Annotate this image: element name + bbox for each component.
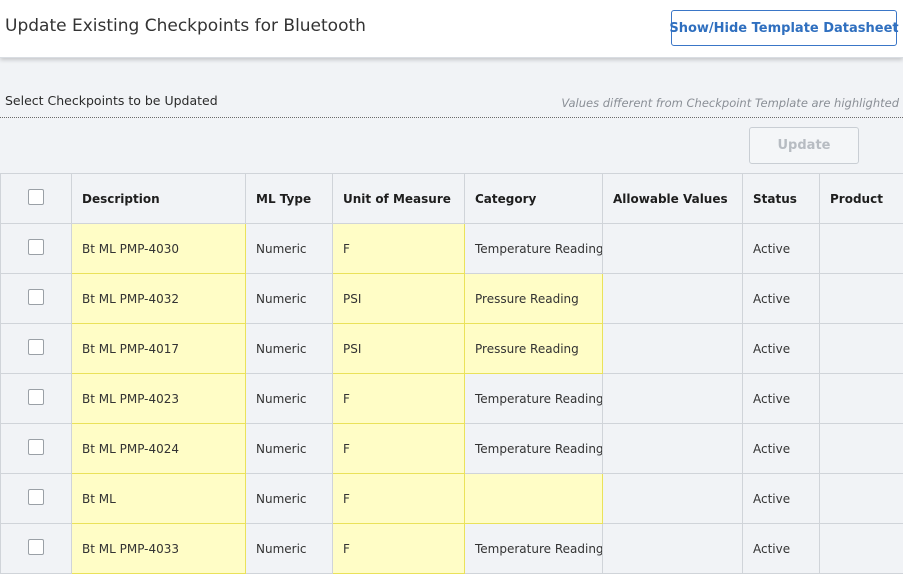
status-cell: Active xyxy=(743,374,820,424)
category-cell: Pressure Reading xyxy=(465,274,603,324)
allowable-values-cell xyxy=(603,274,743,324)
allowable-values-cell xyxy=(603,324,743,374)
ml-type-cell: Numeric xyxy=(246,374,333,424)
column-header-description[interactable]: Description xyxy=(72,174,246,224)
show-hide-template-datasheet-button[interactable]: Show/Hide Template Datasheet xyxy=(671,10,897,46)
column-header-product[interactable]: Product xyxy=(820,174,903,224)
allowable-values-cell xyxy=(603,224,743,274)
section-divider xyxy=(0,117,903,118)
row-select-cell xyxy=(1,224,72,274)
row-checkbox[interactable] xyxy=(28,489,44,505)
unit-of-measure-cell: F xyxy=(333,524,465,574)
ml-type-cell: Numeric xyxy=(246,474,333,524)
allowable-values-cell xyxy=(603,424,743,474)
table-row: Bt ML PMP-4024NumericFTemperature Readin… xyxy=(1,424,903,474)
table-row: Bt MLNumericF Active xyxy=(1,474,903,524)
select-all-cell xyxy=(1,174,72,224)
row-checkbox[interactable] xyxy=(28,389,44,405)
row-checkbox[interactable] xyxy=(28,439,44,455)
description-cell: Bt ML PMP-4024 xyxy=(72,424,246,474)
row-select-cell xyxy=(1,374,72,424)
checkpoints-table: Description ML Type Unit of Measure Cate… xyxy=(0,173,903,574)
product-cell xyxy=(820,274,903,324)
row-checkbox[interactable] xyxy=(28,539,44,555)
product-cell xyxy=(820,324,903,374)
product-cell xyxy=(820,524,903,574)
row-select-cell xyxy=(1,524,72,574)
table-row: Bt ML PMP-4017NumericPSIPressure Reading… xyxy=(1,324,903,374)
ml-type-cell: Numeric xyxy=(246,324,333,374)
unit-of-measure-cell: F xyxy=(333,374,465,424)
status-cell: Active xyxy=(743,324,820,374)
unit-of-measure-cell: F xyxy=(333,224,465,274)
category-cell: Temperature Reading xyxy=(465,224,603,274)
table-header-row: Description ML Type Unit of Measure Cate… xyxy=(1,174,903,224)
description-cell: Bt ML PMP-4023 xyxy=(72,374,246,424)
row-select-cell xyxy=(1,324,72,374)
status-cell: Active xyxy=(743,424,820,474)
ml-type-cell: Numeric xyxy=(246,224,333,274)
row-checkbox[interactable] xyxy=(28,289,44,305)
row-checkbox[interactable] xyxy=(28,239,44,255)
column-header-ml-type[interactable]: ML Type xyxy=(246,174,333,224)
page-header: Update Existing Checkpoints for Bluetoot… xyxy=(0,0,903,58)
category-cell xyxy=(465,474,603,524)
description-cell: Bt ML PMP-4033 xyxy=(72,524,246,574)
row-checkbox[interactable] xyxy=(28,339,44,355)
product-cell xyxy=(820,474,903,524)
table-row: Bt ML PMP-4032NumericPSIPressure Reading… xyxy=(1,274,903,324)
unit-of-measure-cell: F xyxy=(333,474,465,524)
status-cell: Active xyxy=(743,274,820,324)
page-title: Update Existing Checkpoints for Bluetoot… xyxy=(5,16,366,36)
unit-of-measure-cell: PSI xyxy=(333,274,465,324)
description-cell: Bt ML xyxy=(72,474,246,524)
ml-type-cell: Numeric xyxy=(246,524,333,574)
category-cell: Pressure Reading xyxy=(465,324,603,374)
column-header-status[interactable]: Status xyxy=(743,174,820,224)
select-all-checkbox[interactable] xyxy=(28,189,44,205)
column-header-category[interactable]: Category xyxy=(465,174,603,224)
column-header-allowable-values[interactable]: Allowable Values xyxy=(603,174,743,224)
description-cell: Bt ML PMP-4030 xyxy=(72,224,246,274)
unit-of-measure-cell: PSI xyxy=(333,324,465,374)
category-cell: Temperature Reading xyxy=(465,524,603,574)
table-row: Bt ML PMP-4030NumericFTemperature Readin… xyxy=(1,224,903,274)
status-cell: Active xyxy=(743,474,820,524)
product-cell xyxy=(820,224,903,274)
allowable-values-cell xyxy=(603,524,743,574)
row-select-cell xyxy=(1,474,72,524)
status-cell: Active xyxy=(743,524,820,574)
update-button[interactable]: Update xyxy=(749,127,859,164)
table-row: Bt ML PMP-4023NumericFTemperature Readin… xyxy=(1,374,903,424)
highlight-hint: Values different from Checkpoint Templat… xyxy=(561,96,899,110)
column-header-unit-of-measure[interactable]: Unit of Measure xyxy=(333,174,465,224)
category-cell: Temperature Reading xyxy=(465,374,603,424)
row-select-cell xyxy=(1,424,72,474)
allowable-values-cell xyxy=(603,474,743,524)
allowable-values-cell xyxy=(603,374,743,424)
category-cell: Temperature Reading xyxy=(465,424,603,474)
row-select-cell xyxy=(1,274,72,324)
description-cell: Bt ML PMP-4032 xyxy=(72,274,246,324)
status-cell: Active xyxy=(743,224,820,274)
ml-type-cell: Numeric xyxy=(246,274,333,324)
section-label: Select Checkpoints to be Updated xyxy=(5,93,218,108)
product-cell xyxy=(820,374,903,424)
ml-type-cell: Numeric xyxy=(246,424,333,474)
table-row: Bt ML PMP-4033NumericFTemperature Readin… xyxy=(1,524,903,574)
description-cell: Bt ML PMP-4017 xyxy=(72,324,246,374)
unit-of-measure-cell: F xyxy=(333,424,465,474)
product-cell xyxy=(820,424,903,474)
